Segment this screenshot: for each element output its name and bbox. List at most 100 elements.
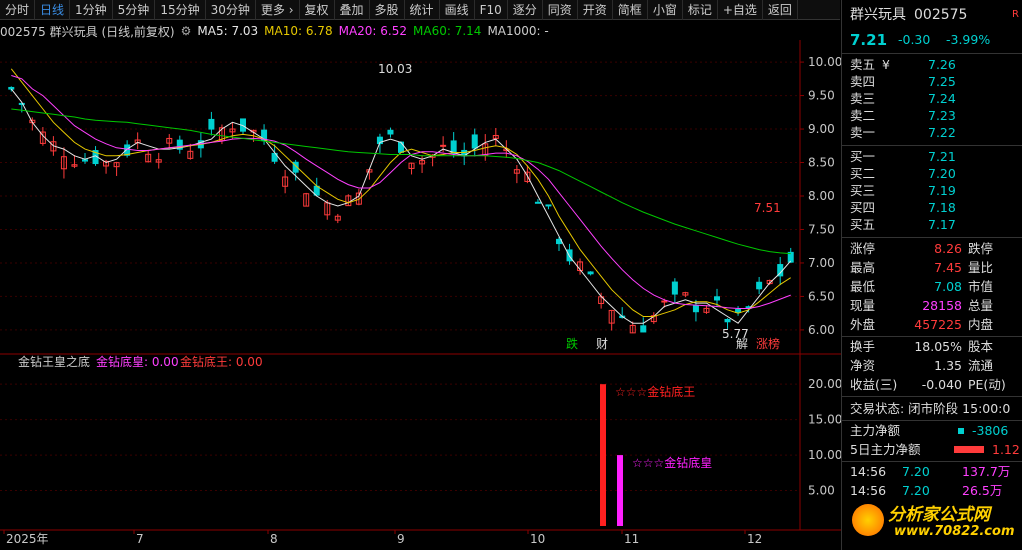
event-marker[interactable]: 财 — [596, 337, 608, 351]
bid-label: 买一 — [850, 149, 876, 164]
period-tab[interactable]: 15分钟 — [155, 0, 206, 20]
tool-button[interactable]: 复权 — [300, 0, 335, 20]
period-tab[interactable]: 5分钟 — [113, 0, 156, 20]
bid-price: 7.19 — [928, 183, 956, 198]
tool-button[interactable]: 返回 — [763, 0, 798, 20]
bid-label: 买四 — [850, 200, 876, 215]
quote-row: 卖四 7.25 — [842, 73, 1022, 91]
quote-row: 卖一 7.22 — [842, 124, 1022, 142]
price-change: -0.30 — [898, 32, 931, 47]
tool-button[interactable]: 标记 — [683, 0, 718, 20]
candle-body — [587, 271, 594, 275]
period-tab[interactable]: 日线 — [35, 0, 71, 20]
y-tick-label: 9.50 — [808, 89, 835, 103]
candle-body — [471, 134, 478, 149]
tool-button[interactable]: 叠加 — [335, 0, 370, 20]
bid-price: 7.21 — [928, 149, 956, 164]
period-tab[interactable]: 更多 › — [256, 0, 300, 20]
quote-row: 7.21 -0.30 -3.99% — [842, 31, 1022, 49]
y-tick-label: 8.50 — [808, 156, 835, 170]
tick-vol: 26.5万 — [962, 483, 1003, 498]
stock-code: 002575 — [914, 7, 968, 23]
tool-button[interactable]: 开资 — [578, 0, 613, 20]
y-tick-label: 6.00 — [808, 323, 835, 337]
quote-row: 买四 7.18 — [842, 199, 1022, 217]
candle-body — [18, 102, 25, 105]
tool-button[interactable]: 简框 — [613, 0, 648, 20]
tool-button[interactable]: +自选 — [718, 0, 763, 20]
quote-row: 14:56 7.20 137.7万 — [842, 463, 1022, 481]
indicator-bar — [617, 455, 623, 526]
indicator-legend: 金钻底王: 0.00 — [180, 354, 263, 369]
logo-badge-icon — [852, 504, 884, 536]
indicator-legend: 金钻底皇: 0.00 — [96, 354, 179, 369]
tick-time: 14:56 — [850, 464, 887, 479]
tool-button[interactable]: 同资 — [543, 0, 578, 20]
ask-label: 卖三 — [850, 91, 876, 106]
stat-value: 457225 — [914, 317, 962, 332]
site-logo: 分析家公式网 www.70822.com — [852, 500, 1020, 544]
ma-line-ma20 — [11, 75, 791, 309]
five-day-net-label: 5日主力净额 — [850, 442, 921, 457]
candle-body — [208, 118, 215, 130]
tool-button[interactable]: 统计 — [405, 0, 440, 20]
rzrq-flag: R — [1012, 9, 1019, 20]
tool-button[interactable]: 逐分 — [508, 0, 543, 20]
ask-label: 卖四 — [850, 74, 876, 89]
quote-row: 收益(三) -0.040 PE(动) — [842, 376, 1022, 394]
ask-label: 卖五 — [850, 57, 876, 72]
last-price: 7.21 — [850, 31, 888, 49]
tool-button[interactable]: 小窗 — [648, 0, 683, 20]
period-tab[interactable]: 1分钟 — [70, 0, 113, 20]
tool-button[interactable]: 多股 — [370, 0, 405, 20]
x-tick-label: 8 — [270, 532, 278, 546]
candle-body — [735, 308, 742, 313]
y-tick-label: 15.00 — [808, 413, 841, 427]
tool-button[interactable]: 画线 — [440, 0, 475, 20]
stat-label: 外盘 — [850, 317, 876, 332]
price-annotation: 7.51 — [754, 201, 781, 215]
event-marker[interactable]: 跌 — [566, 336, 578, 351]
ask-label: 卖二 — [850, 108, 876, 123]
stat-label-2: 跌停 — [968, 241, 994, 256]
stat-label-2: 流通 — [968, 358, 994, 373]
x-tick-label: 9 — [397, 532, 405, 546]
indicator-bar — [600, 384, 606, 526]
quote-row: 交易状态: 闭市阶段 15:00:0 — [842, 400, 1022, 418]
candle-body — [8, 86, 15, 90]
trade-status: 交易状态: 闭市阶段 15:00:0 — [850, 401, 1011, 416]
price-change-pct: -3.99% — [946, 32, 991, 47]
period-tab[interactable]: 分时 — [0, 0, 36, 20]
divider — [842, 420, 1022, 421]
stat-label-2: 量比 — [968, 260, 994, 275]
divider — [842, 396, 1022, 397]
y-tick-label: 6.50 — [808, 289, 835, 303]
quote-row: 买一 7.21 — [842, 148, 1022, 166]
bid-label: 买二 — [850, 166, 876, 181]
quote-row: 群兴玩具 002575 R — [842, 6, 1022, 24]
period-tab[interactable]: 30分钟 — [206, 0, 256, 20]
stat-value: -0.040 — [921, 377, 962, 392]
ask-price: 7.24 — [928, 91, 956, 106]
tool-button[interactable]: F10 — [475, 0, 508, 20]
ask-price: 7.23 — [928, 108, 956, 123]
x-tick-label: 10 — [530, 532, 545, 546]
stat-label-2: PE(动) — [968, 377, 1006, 392]
yen-icon: ¥ — [882, 57, 890, 72]
stat-label: 换手 — [850, 339, 876, 354]
y-tick-label: 5.00 — [808, 484, 835, 498]
event-marker[interactable]: 涨榜 — [756, 336, 780, 351]
logo-url: www.70822.com — [894, 524, 1015, 539]
net-bar-icon — [958, 428, 964, 434]
ask-label: 卖一 — [850, 125, 876, 140]
stat-value: 1.35 — [934, 358, 962, 373]
period-toolbar: 分时 日线 1分钟 5分钟 15分钟 30分钟 更多 › 复权 叠加 多股 统计 画线 F10 逐分 同资开… — [0, 0, 840, 20]
event-marker[interactable]: 解 — [736, 337, 748, 351]
y-tick-label: 20.00 — [808, 377, 841, 391]
quote-row: 现量 28158 总量 — [842, 297, 1022, 315]
stock-name: 群兴玩具 — [850, 7, 906, 23]
quote-row: 卖五 7.26 — [842, 56, 1022, 74]
y-tick-label: 10.00 — [808, 448, 841, 462]
stat-value: 7.45 — [934, 260, 962, 275]
stat-value: 8.26 — [934, 241, 962, 256]
